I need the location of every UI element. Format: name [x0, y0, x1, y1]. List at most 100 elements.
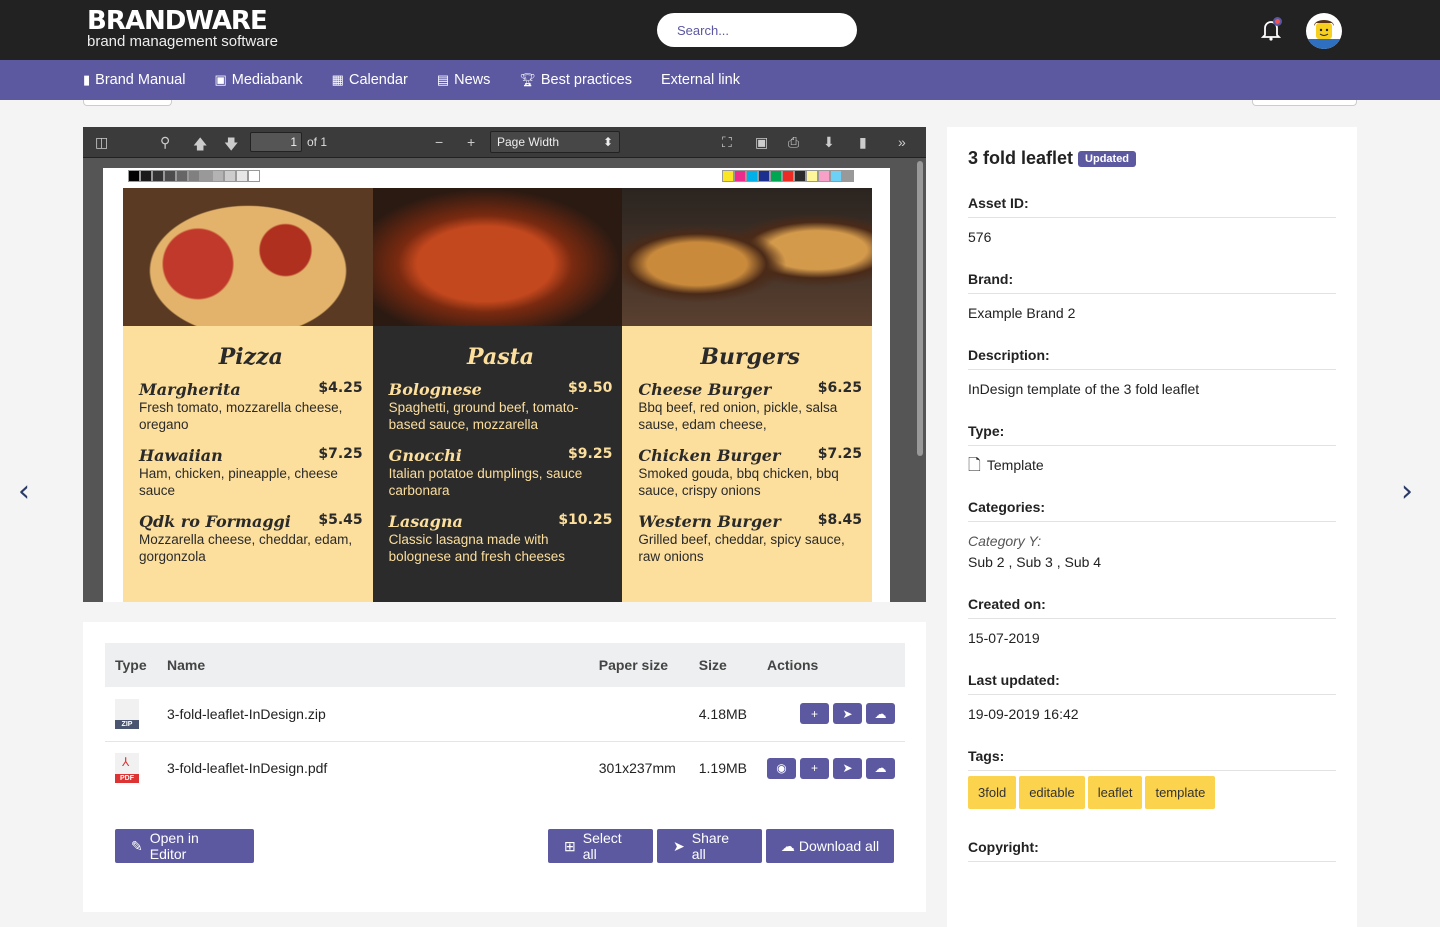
- dish-name: Chicken Burger: [638, 446, 781, 465]
- open-file-icon[interactable]: ▣: [755, 134, 768, 151]
- dish-name: Hawaiian: [139, 446, 223, 465]
- nav-news[interactable]: ▤ News: [437, 72, 491, 88]
- viewer-scrollbar[interactable]: [917, 161, 923, 456]
- sidebar-toggle-icon[interactable]: ◫: [95, 134, 108, 151]
- notifications-button[interactable]: [1260, 17, 1282, 41]
- dish-description: Spaghetti, ground beef, tomato-based sau…: [388, 400, 579, 432]
- dish-description: Italian potatoe dumplings, sauce carbona…: [388, 466, 583, 498]
- nav-label: Calendar: [348, 72, 408, 88]
- menu-column-pasta: Pasta Bolognese $9.50 Spaghetti, ground bee…: [372, 188, 623, 602]
- tab-stub[interactable]: [83, 100, 172, 106]
- page-number-input[interactable]: 1: [250, 132, 302, 152]
- plus-square-icon: ⊞: [564, 837, 576, 854]
- dish-name: Lasagna: [388, 512, 463, 531]
- tools-menu-icon[interactable]: »: [898, 134, 906, 150]
- share-all-button[interactable]: ➤ Share all: [657, 829, 762, 863]
- dish-price: $5.45: [318, 512, 363, 528]
- bookmark-icon[interactable]: ▮: [859, 134, 867, 151]
- created-date: 15-07-2019: [968, 630, 1040, 646]
- cloud-download-icon: ☁: [780, 837, 795, 854]
- user-avatar[interactable]: [1306, 13, 1342, 49]
- label: Created on:: [968, 596, 1336, 619]
- edit-icon: ✎: [131, 837, 143, 854]
- preview-eye-icon[interactable]: ◉: [767, 757, 796, 779]
- nav-mediabank[interactable]: ▣ Mediabank: [214, 72, 302, 88]
- select-plus-icon[interactable]: +: [800, 703, 829, 725]
- asset-title: 3 fold leaflet Updated: [968, 148, 1336, 169]
- newspaper-icon: ▤: [436, 72, 450, 87]
- food-photo: [372, 188, 623, 326]
- brand-value: Example Brand 2: [968, 305, 1076, 321]
- zoom-in-icon[interactable]: +: [467, 134, 475, 150]
- updated-date: 19-09-2019 16:42: [968, 706, 1079, 722]
- download-cloud-icon[interactable]: ☁: [866, 703, 895, 725]
- zoom-select[interactable]: Page Width ⬍: [490, 131, 620, 153]
- dish-description: Mozzarella cheese, cheddar, edam, gorgon…: [139, 532, 353, 564]
- label: Last updated:: [968, 672, 1336, 695]
- pdf-file-icon: ⅄ PDF: [115, 753, 139, 784]
- label: Tags:: [968, 748, 1336, 771]
- tag[interactable]: editable: [1019, 776, 1085, 809]
- leaflet-menu: Pizza Margherita $4.25 Fresh tomato, mozzar…: [123, 188, 873, 602]
- open-in-editor-button[interactable]: ✎ Open in Editor: [115, 829, 254, 863]
- select-plus-icon[interactable]: +: [800, 757, 829, 779]
- status-badge: Updated: [1078, 150, 1137, 167]
- dish-description: Grilled beef, cheddar, spicy sauce, raw …: [638, 532, 845, 564]
- previous-page-icon[interactable]: 🡅: [193, 134, 207, 158]
- share-paper-plane-icon[interactable]: ➤: [833, 757, 862, 779]
- main-nav: ▮ Brand Manual ▣ Mediabank ▦ Calendar ▤ News…: [0, 60, 1440, 100]
- label: Type:: [968, 423, 1336, 446]
- table-row: ⅄ PDF 3-fold-leaflet-InDesign.pdf 301x237…: [105, 741, 905, 795]
- nav-label: Mediabank: [231, 72, 303, 88]
- print-icon[interactable]: ⎙: [788, 134, 799, 151]
- nav-best-practices[interactable]: 🏆︎ Best practices: [519, 72, 632, 88]
- download-all-button[interactable]: ☁ Download all: [766, 829, 894, 863]
- nav-calendar[interactable]: ▦ Calendar: [332, 72, 408, 88]
- download-icon[interactable]: ⬇: [823, 134, 835, 151]
- nav-label: News: [454, 72, 491, 88]
- search-input[interactable]: [677, 22, 853, 38]
- tag[interactable]: template: [1145, 776, 1216, 809]
- zoom-out-icon[interactable]: −: [435, 134, 443, 150]
- brand-tagline: brand management software: [87, 33, 278, 50]
- nav-external-link[interactable]: External link: [661, 72, 740, 88]
- label: Asset ID:: [968, 195, 1336, 218]
- find-icon[interactable]: ⚲: [160, 134, 170, 151]
- menu-item: Qdk ro Formaggi $5.45 Mozzarella cheese, c…: [139, 512, 363, 565]
- dish-name: Margherita: [139, 380, 241, 399]
- previous-asset-chevron-icon[interactable]: ‹: [18, 474, 30, 509]
- top-header: BRANDWARE brand management software: [0, 0, 1440, 60]
- search-box: [657, 13, 857, 47]
- subcategories: Sub 2 , Sub 3 , Sub 4: [968, 554, 1102, 570]
- page-count: of 1: [307, 135, 328, 149]
- dish-description: Bbq beef, red onion, pickle, salsa sause…: [638, 400, 838, 432]
- document-icon: 🗋: [968, 457, 981, 474]
- next-page-icon[interactable]: 🡇: [224, 134, 238, 158]
- nav-brand-manual[interactable]: ▮ Brand Manual: [83, 72, 185, 88]
- menu-item: Hawaiian $7.25 Ham, chicken, pineapple, ch…: [139, 446, 363, 499]
- dish-name: Qdk ro Formaggi: [139, 512, 291, 531]
- select-all-button[interactable]: ⊞ Select all: [548, 829, 653, 863]
- share-paper-plane-icon[interactable]: ➤: [833, 703, 862, 725]
- zoom-value: Page Width: [497, 135, 560, 149]
- presentation-mode-icon[interactable]: ⛶: [722, 134, 732, 151]
- file-name[interactable]: 3-fold-leaflet-InDesign.pdf: [157, 741, 589, 795]
- tag[interactable]: 3fold: [968, 776, 1017, 809]
- pdf-toolbar: ◫ ⚲ 🡅 🡇 1 of 1 − + Page Width ⬍ ⛶ ▣ ⎙ ⬇ ▮…: [83, 127, 926, 158]
- tab-stub[interactable]: [1252, 100, 1357, 106]
- nav-label: External link: [660, 72, 740, 88]
- menu-column-pizza: Pizza Margherita $4.25 Fresh tomato, mozzar…: [123, 188, 373, 602]
- dish-name: Cheese Burger: [638, 380, 772, 399]
- next-asset-chevron-icon[interactable]: ›: [1401, 474, 1413, 509]
- brand-logo[interactable]: BRANDWARE brand management software: [87, 7, 278, 49]
- calendar-icon: ▦: [331, 72, 344, 87]
- button-label: Open in Editor: [149, 830, 199, 862]
- menu-item: Western Burger $8.45 Grilled beef, cheddar…: [638, 512, 862, 565]
- grayscale-marks: [128, 170, 260, 182]
- file-name[interactable]: 3-fold-leaflet-InDesign.zip: [157, 687, 589, 742]
- download-cloud-icon[interactable]: ☁: [866, 757, 895, 779]
- select-arrows-icon: ⬍: [602, 135, 613, 149]
- label: Brand:: [968, 271, 1336, 294]
- image-icon: ▣: [214, 72, 227, 87]
- tag[interactable]: leaflet: [1087, 776, 1143, 809]
